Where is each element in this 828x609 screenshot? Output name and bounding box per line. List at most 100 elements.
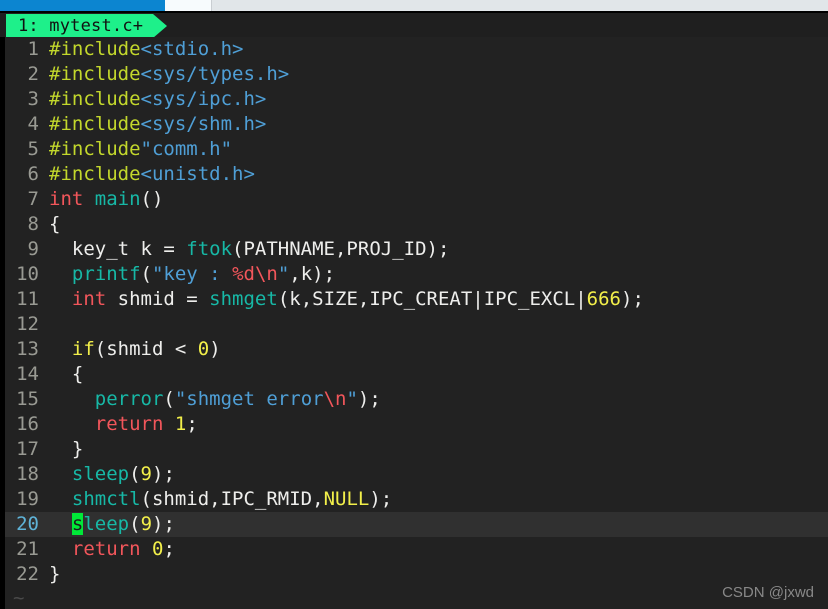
code-token: ( xyxy=(129,513,140,535)
code-token: (PATHNAME,PROJ_ID); xyxy=(232,238,449,260)
code-line[interactable]: 15 perror("shmget error\n"); xyxy=(5,387,828,412)
code-token: 0 xyxy=(152,538,163,560)
progress-grey-segment xyxy=(212,0,828,11)
code-token: (k,SIZE,IPC_CREAT|IPC_EXCL| xyxy=(278,288,587,310)
code-token: <sys/shm.h> xyxy=(141,113,267,135)
code-token: shmget xyxy=(209,288,278,310)
code-token xyxy=(49,538,72,560)
code-token xyxy=(49,263,72,285)
code-line[interactable]: 12 xyxy=(5,312,828,337)
code-token: #include xyxy=(49,138,141,160)
code-token: 666 xyxy=(587,288,621,310)
code-token: return xyxy=(95,413,164,435)
code-token: 0 xyxy=(198,338,209,360)
line-number: 18 xyxy=(5,462,49,487)
code-token: ftok xyxy=(186,238,232,260)
code-token xyxy=(49,488,72,510)
code-editor-pane[interactable]: 1#include<stdio.h>2#include<sys/types.h>… xyxy=(0,37,828,609)
code-text: #include<stdio.h> xyxy=(49,38,243,60)
code-token: #include xyxy=(49,38,141,60)
code-token: } xyxy=(49,438,83,460)
code-text: return 1; xyxy=(49,413,198,435)
code-token: ); xyxy=(621,288,644,310)
code-text: printf("key : %d\n",k); xyxy=(49,263,335,285)
code-line-current[interactable]: 20 sleep(9); xyxy=(5,512,828,537)
code-text: int main() xyxy=(49,188,163,210)
code-token: NULL xyxy=(324,488,370,510)
line-number: 2 xyxy=(5,62,49,87)
code-line[interactable]: 8{ xyxy=(5,212,828,237)
code-token: " xyxy=(278,263,289,285)
code-token: int xyxy=(49,188,83,210)
code-line[interactable]: 17 } xyxy=(5,437,828,462)
code-line[interactable]: 4#include<sys/shm.h> xyxy=(5,112,828,137)
code-token xyxy=(49,463,72,485)
code-token: } xyxy=(49,563,60,585)
code-token: ); xyxy=(369,488,392,510)
browser-progress-strip xyxy=(0,0,828,11)
line-number: 17 xyxy=(5,437,49,462)
code-token: #include xyxy=(49,113,141,135)
code-text: sleep(9); xyxy=(49,463,175,485)
code-token: 9 xyxy=(141,463,152,485)
code-token: "shmget error xyxy=(175,388,324,410)
code-token: () xyxy=(141,188,164,210)
code-token xyxy=(49,388,95,410)
line-number: 8 xyxy=(5,212,49,237)
code-token: sleep xyxy=(72,463,129,485)
code-token: <sys/ipc.h> xyxy=(141,88,267,110)
code-token: ( xyxy=(129,463,140,485)
code-text: #include<sys/shm.h> xyxy=(49,113,266,135)
code-token xyxy=(49,413,95,435)
text-cursor: s xyxy=(72,513,83,535)
code-line[interactable]: 13 if(shmid < 0) xyxy=(5,337,828,362)
code-text: } xyxy=(49,438,83,460)
line-number: 21 xyxy=(5,537,49,562)
code-line[interactable]: 9 key_t k = ftok(PATHNAME,PROJ_ID); xyxy=(5,237,828,262)
progress-blue-segment xyxy=(0,0,165,11)
code-line[interactable]: 2#include<sys/types.h> xyxy=(5,62,828,87)
code-token: #include xyxy=(49,88,141,110)
line-number: 11 xyxy=(5,287,49,312)
code-token: \n xyxy=(324,388,347,410)
code-line[interactable]: 22} xyxy=(5,562,828,587)
code-token xyxy=(49,513,72,535)
code-token: ); xyxy=(152,463,175,485)
code-token: ,k); xyxy=(289,263,335,285)
line-number: 13 xyxy=(5,337,49,362)
code-token: (shmid < xyxy=(95,338,198,360)
code-line[interactable]: 10 printf("key : %d\n",k); xyxy=(5,262,828,287)
code-line[interactable]: 3#include<sys/ipc.h> xyxy=(5,87,828,112)
line-number: 12 xyxy=(5,312,49,337)
code-line[interactable]: 16 return 1; xyxy=(5,412,828,437)
code-line[interactable]: 14 { xyxy=(5,362,828,387)
code-token: { xyxy=(49,213,60,235)
code-text: #include<sys/types.h> xyxy=(49,63,289,85)
line-number: 6 xyxy=(5,162,49,187)
code-token: ( xyxy=(141,263,152,285)
code-line[interactable]: 18 sleep(9); xyxy=(5,462,828,487)
code-token: ; xyxy=(163,538,174,560)
code-line[interactable]: 7int main() xyxy=(5,187,828,212)
code-line[interactable]: 1#include<stdio.h> xyxy=(5,37,828,62)
line-number: 22 xyxy=(5,562,49,587)
code-line[interactable]: 11 int shmid = shmget(k,SIZE,IPC_CREAT|I… xyxy=(5,287,828,312)
code-text: if(shmid < 0) xyxy=(49,338,221,360)
code-token: ; xyxy=(186,413,197,435)
code-token: <unistd.h> xyxy=(141,163,255,185)
code-token: shmid = xyxy=(106,288,209,310)
code-token: <stdio.h> xyxy=(141,38,244,60)
code-token: perror xyxy=(95,388,164,410)
code-line[interactable]: 19 shmctl(shmid,IPC_RMID,NULL); xyxy=(5,487,828,512)
code-line[interactable]: 6#include<unistd.h> xyxy=(5,162,828,187)
code-token: key_t k = xyxy=(49,238,186,260)
tab-mytest-c[interactable]: 1: mytest.c+ xyxy=(6,14,153,38)
code-line[interactable]: 21 return 0; xyxy=(5,537,828,562)
code-token: int xyxy=(72,288,106,310)
code-text: } xyxy=(49,563,60,585)
code-text: perror("shmget error\n"); xyxy=(49,388,381,410)
code-text: key_t k = ftok(PATHNAME,PROJ_ID); xyxy=(49,238,449,260)
code-line[interactable]: 5#include"comm.h" xyxy=(5,137,828,162)
line-number: 9 xyxy=(5,237,49,262)
code-token xyxy=(163,413,174,435)
